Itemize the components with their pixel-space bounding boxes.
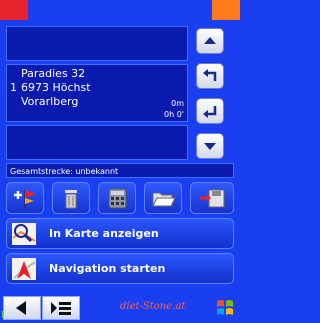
entry-distance: 0m [171,99,184,108]
show-on-map-button[interactable]: In Karte anzeigen [6,218,234,249]
add-flag-icon [14,190,36,208]
address-city: 6973 Höchst [21,81,91,94]
watermark: diet-Stone.at [120,301,186,312]
start-navigation-button[interactable]: Navigation starten [6,253,234,284]
menu-button[interactable] [42,296,80,320]
route-entry[interactable]: 1 Paradies 32 6973 Höchst Vorarlberg 0m … [6,64,188,122]
trash-icon [65,190,77,209]
return-up-icon [203,69,217,81]
corner-indicator-orange [212,0,240,20]
show-on-map-label: In Karte anzeigen [49,227,159,240]
total-distance-status: Gesamtstrecke: unbekannt [6,163,234,178]
entry-index: 1 [10,81,17,94]
save-route-button[interactable] [190,182,234,214]
entry-time: 0h 0' [164,110,184,119]
route-slot-empty-top[interactable] [6,26,188,61]
calculator-icon [108,188,127,209]
windows-logo-icon [217,300,233,315]
corner-indicator-red [0,0,28,20]
route-slot-empty-bottom[interactable] [6,125,188,160]
back-arrow-icon [16,301,26,315]
arrow-up-icon [204,37,216,44]
return-down-icon [203,106,217,118]
scroll-down-button[interactable] [196,133,224,159]
optimize-route-button[interactable] [98,182,136,214]
start-navigation-label: Navigation starten [49,262,166,275]
navigation-icon [12,258,36,280]
add-waypoint-button[interactable] [6,182,44,214]
save-disk-icon [200,189,225,208]
map-search-icon [12,223,36,245]
scroll-up-button[interactable] [196,28,224,54]
address-street: Paradies 32 [21,67,86,80]
move-down-button[interactable] [196,98,224,124]
folder-icon [152,192,176,207]
open-route-button[interactable] [144,182,182,214]
back-button[interactable] [3,296,41,320]
address-region: Vorarlberg [21,95,79,108]
arrow-down-icon [204,143,216,150]
move-up-button[interactable] [196,63,224,89]
delete-button[interactable] [52,182,90,214]
menu-list-icon [51,302,71,315]
